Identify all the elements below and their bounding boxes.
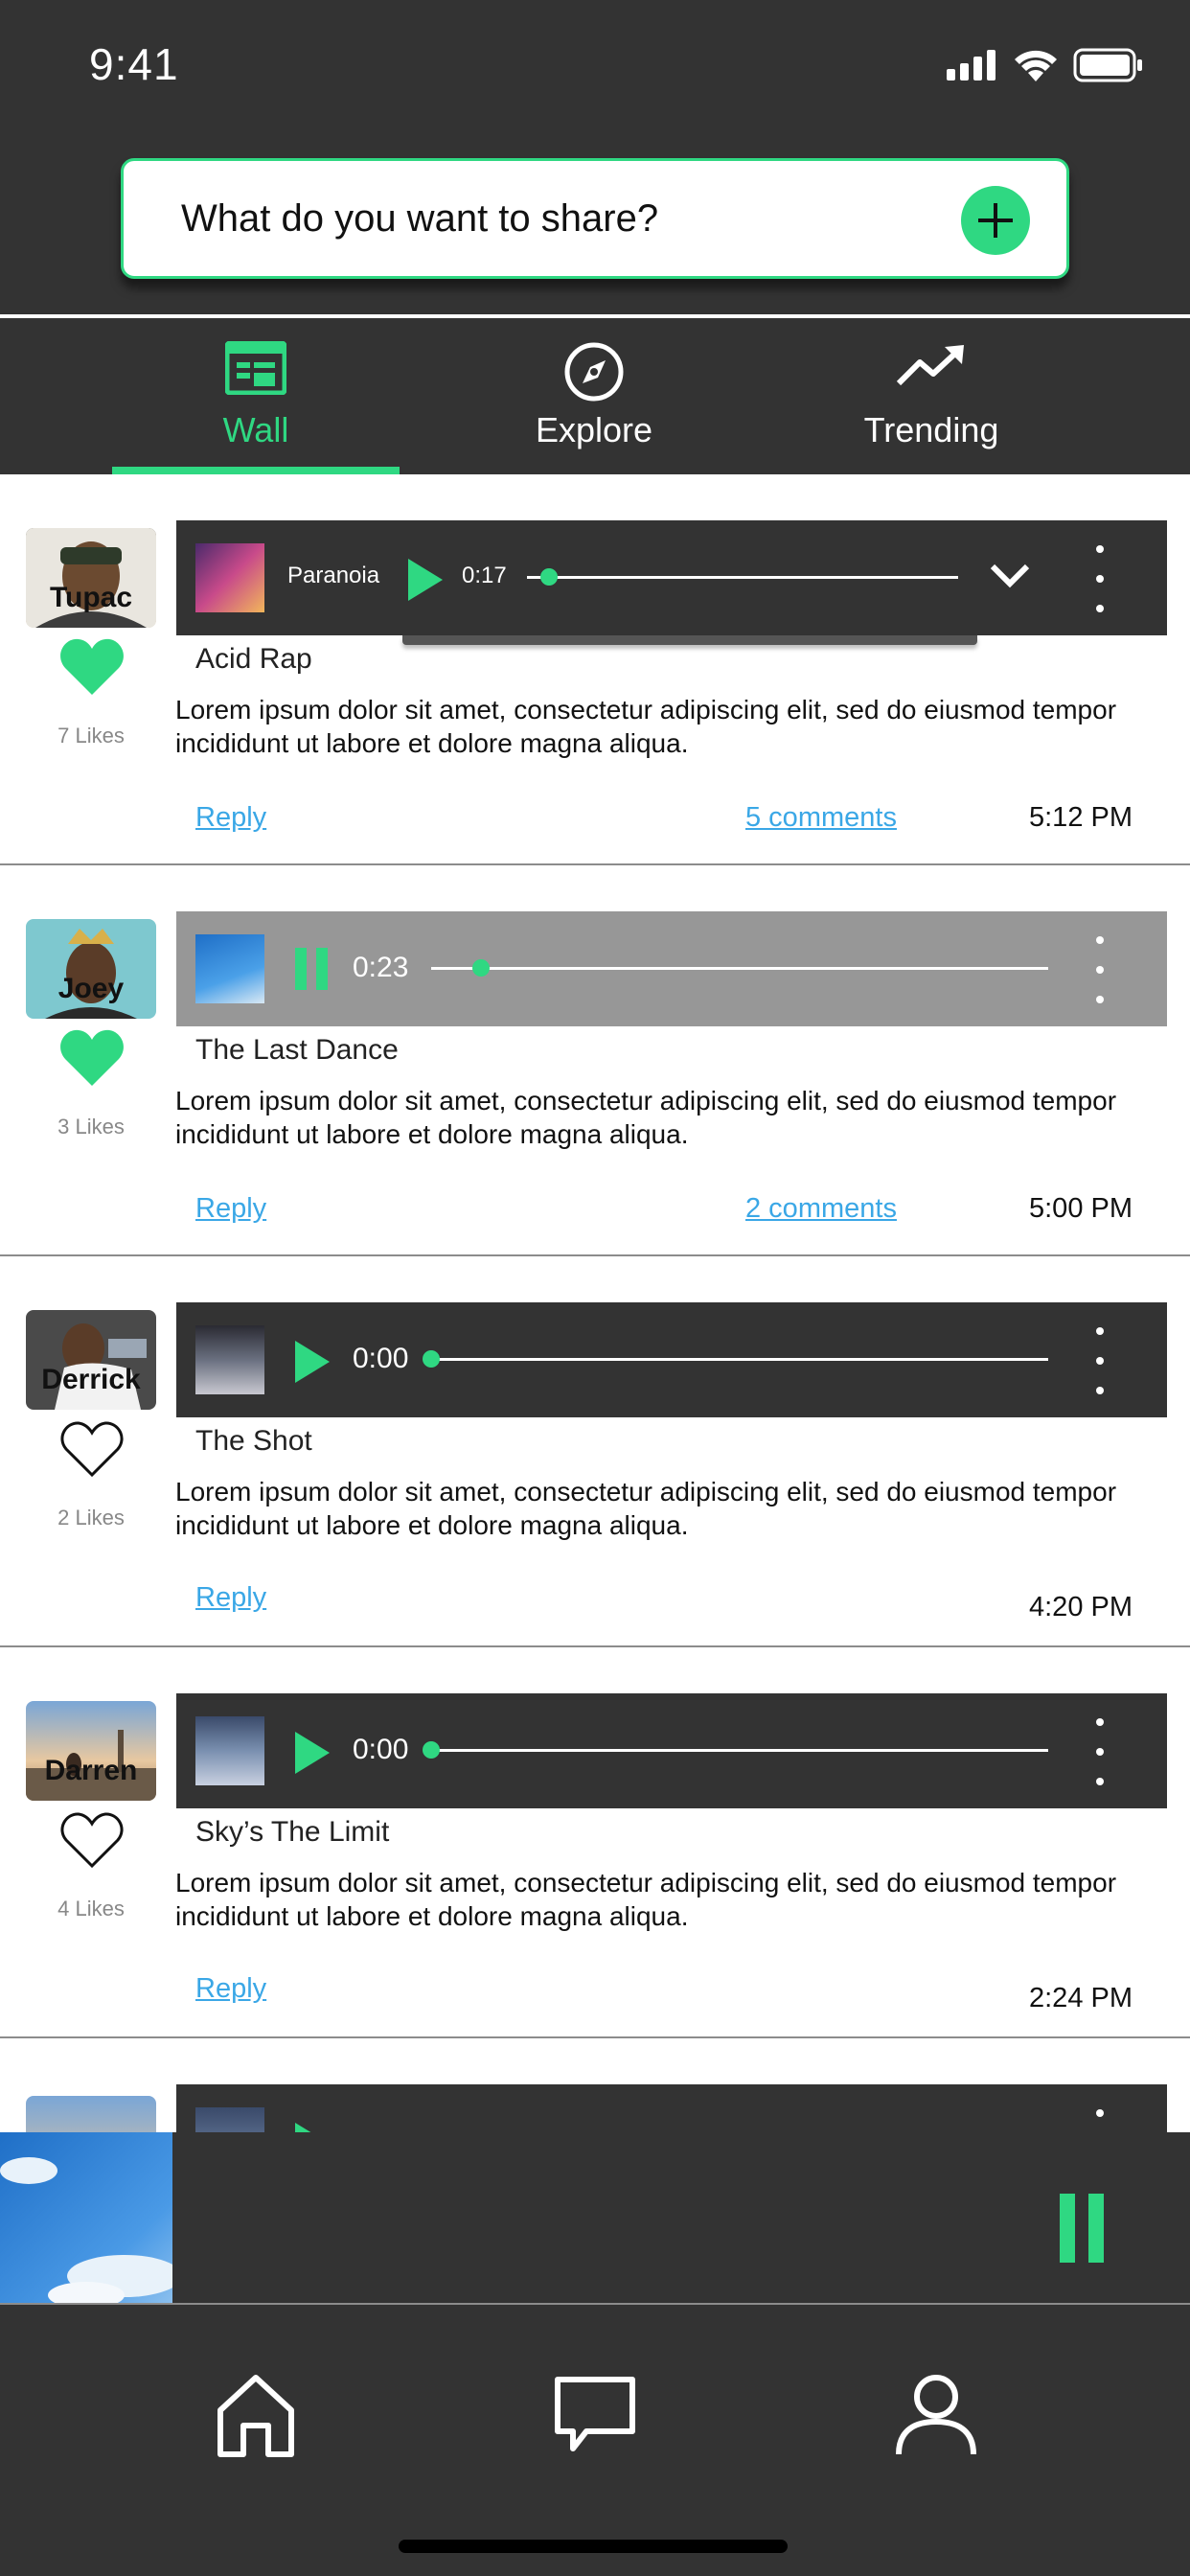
feed-tabs: Wall Explore Trending bbox=[0, 318, 1190, 474]
tab-wall[interactable]: Wall bbox=[112, 318, 400, 474]
progress-track[interactable] bbox=[431, 967, 1048, 970]
heart-outline-icon[interactable] bbox=[59, 1419, 125, 1479]
play-button[interactable] bbox=[408, 559, 443, 601]
heart-filled-icon[interactable] bbox=[59, 1028, 125, 1088]
comments-link[interactable]: 5 comments bbox=[745, 802, 897, 834]
album-cover bbox=[195, 1716, 264, 1785]
more-options-icon[interactable] bbox=[1096, 1718, 1104, 1785]
add-post-button[interactable] bbox=[961, 186, 1030, 255]
more-options-icon[interactable] bbox=[1096, 2109, 1104, 2134]
post-time: 5:00 PM bbox=[1029, 1193, 1133, 1224]
tab-explore-label: Explore bbox=[535, 410, 653, 449]
likes-count: 3 Likes bbox=[57, 1115, 125, 1138]
post-title: The Shot bbox=[195, 1425, 312, 1457]
reply-link[interactable]: Reply bbox=[195, 1973, 266, 2005]
header-divider bbox=[0, 314, 1190, 317]
bottom-nav bbox=[0, 2305, 1190, 2576]
reply-link[interactable]: Reply bbox=[195, 1193, 266, 1225]
audio-player: Paranoia 0:17 bbox=[176, 520, 1167, 635]
mini-pause-button[interactable] bbox=[1060, 2194, 1104, 2263]
album-cover bbox=[195, 543, 264, 612]
chat-icon[interactable] bbox=[552, 2372, 638, 2458]
progress-knob[interactable] bbox=[539, 568, 558, 586]
progress-track[interactable] bbox=[527, 576, 958, 579]
post-time: 5:12 PM bbox=[1029, 802, 1133, 833]
post-body: Lorem ipsum dolor sit amet, consectetur … bbox=[175, 1086, 1117, 1149]
audio-player: 0:23 bbox=[176, 911, 1167, 1026]
compass-icon bbox=[564, 342, 624, 402]
heart-outline-icon[interactable] bbox=[59, 1810, 125, 1870]
pause-button[interactable] bbox=[295, 948, 330, 990]
likes-count: 4 Likes bbox=[57, 1897, 125, 1920]
post-time: 2:24 PM bbox=[1029, 1983, 1133, 2013]
dropdown-shadow bbox=[402, 635, 977, 645]
username[interactable]: Darren bbox=[0, 1755, 182, 1787]
audio-player bbox=[176, 2084, 1167, 2134]
trending-icon bbox=[896, 345, 964, 386]
avatar[interactable] bbox=[26, 2096, 156, 2134]
profile-icon[interactable] bbox=[893, 2372, 979, 2458]
home-indicator bbox=[399, 2540, 788, 2553]
audio-player: 0:00 bbox=[176, 1302, 1167, 1417]
post-body: Lorem ipsum dolor sit amet, consectetur … bbox=[175, 1868, 1117, 1931]
tab-explore[interactable]: Explore bbox=[450, 318, 738, 474]
reply-link[interactable]: Reply bbox=[195, 802, 266, 834]
more-options-icon[interactable] bbox=[1096, 545, 1104, 612]
heart-filled-icon[interactable] bbox=[59, 637, 125, 697]
mini-player-cover bbox=[0, 2132, 172, 2305]
wall-icon bbox=[225, 341, 286, 395]
share-input[interactable]: What do you want to share? bbox=[121, 158, 1069, 279]
elapsed-time: 0:23 bbox=[353, 952, 409, 983]
progress-track[interactable] bbox=[431, 1358, 1048, 1361]
progress-knob[interactable] bbox=[471, 959, 490, 977]
audio-player: 0:00 bbox=[176, 1693, 1167, 1808]
reply-link[interactable]: Reply bbox=[195, 1582, 266, 1614]
share-placeholder: What do you want to share? bbox=[181, 197, 659, 240]
album-cover bbox=[195, 2107, 264, 2134]
status-icons bbox=[947, 46, 1144, 84]
post: Derrick 2 Likes 0:00 The Shot Lorem ipsu… bbox=[0, 1256, 1190, 1647]
chevron-down-icon[interactable] bbox=[989, 563, 1031, 589]
more-options-icon[interactable] bbox=[1096, 1327, 1104, 1394]
post-title: Sky’s The Limit bbox=[195, 1816, 390, 1848]
more-options-icon[interactable] bbox=[1096, 936, 1104, 1003]
progress-knob[interactable] bbox=[423, 1741, 440, 1759]
comments-link[interactable]: 2 comments bbox=[745, 1193, 897, 1225]
progress-knob[interactable] bbox=[423, 1350, 440, 1368]
elapsed-time: 0:00 bbox=[353, 1343, 409, 1374]
play-button[interactable] bbox=[295, 1341, 330, 1383]
post-title: The Last Dance bbox=[195, 1034, 399, 1066]
progress-track[interactable] bbox=[431, 1749, 1048, 1752]
battery-icon bbox=[1073, 48, 1142, 82]
track-name: Paranoia bbox=[287, 563, 380, 588]
post-body: Lorem ipsum dolor sit amet, consectetur … bbox=[175, 1477, 1117, 1540]
elapsed-time: 0:17 bbox=[462, 563, 507, 588]
home-icon[interactable] bbox=[213, 2372, 299, 2458]
status-time: 9:41 bbox=[89, 39, 179, 89]
cellular-signal-icon bbox=[947, 50, 995, 80]
post: Darren 4 Likes 0:00 Sky’s The Limit Lore… bbox=[0, 1647, 1190, 2038]
top-header: 9:41 What do you want to share? bbox=[0, 0, 1190, 316]
likes-count: 2 Likes bbox=[57, 1506, 125, 1530]
play-button[interactable] bbox=[295, 1732, 330, 1774]
wifi-icon bbox=[1015, 50, 1057, 81]
username[interactable]: Joey bbox=[0, 973, 182, 1005]
likes-count: 7 Likes bbox=[57, 724, 125, 748]
tab-wall-label: Wall bbox=[222, 410, 289, 449]
album-cover bbox=[195, 934, 264, 1003]
username[interactable]: Tupac bbox=[0, 582, 182, 614]
tab-trending-label: Trending bbox=[863, 410, 999, 449]
post: Tupac 7 Likes Paranoia 0:17 Acid Rap Lor… bbox=[0, 474, 1190, 865]
post-body: Lorem ipsum dolor sit amet, consectetur … bbox=[175, 695, 1117, 758]
username[interactable]: Derrick bbox=[0, 1364, 182, 1396]
tab-trending[interactable]: Trending bbox=[788, 318, 1075, 474]
active-tab-indicator bbox=[112, 467, 400, 474]
post-title: Acid Rap bbox=[195, 643, 312, 675]
mini-player[interactable] bbox=[0, 2132, 1190, 2305]
album-cover bbox=[195, 1325, 264, 1394]
post-time: 4:20 PM bbox=[1029, 1592, 1133, 1622]
post bbox=[0, 2038, 1190, 2134]
post: Joey 3 Likes 0:23 The Last Dance Lorem i… bbox=[0, 865, 1190, 1256]
elapsed-time: 0:00 bbox=[353, 1734, 409, 1765]
